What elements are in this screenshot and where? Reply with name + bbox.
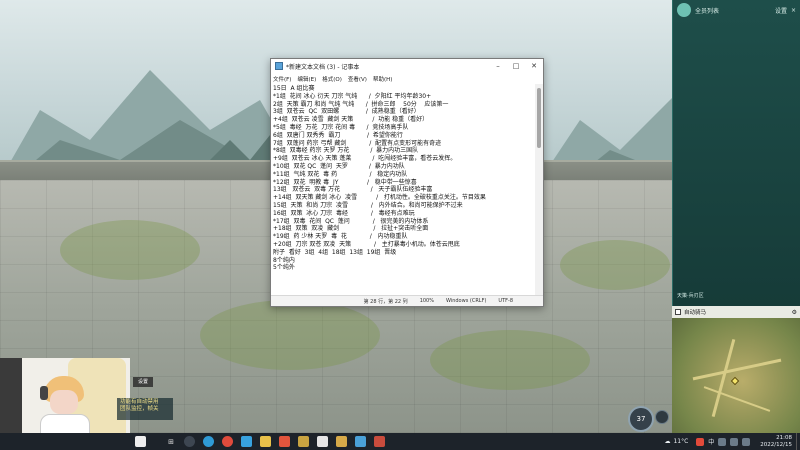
panel-title: 全员列表 — [695, 7, 720, 15]
panel-close-button[interactable]: × — [791, 7, 796, 14]
zoom-level: 100% — [419, 298, 434, 304]
scroll-thumb[interactable] — [537, 88, 541, 148]
minimap-road — [711, 338, 736, 418]
app-icon[interactable] — [696, 437, 705, 446]
text-line: +20组 刀宗 双苍 双凌 天策 / 主打暴毒小机动。体苍云甩底 — [273, 240, 460, 248]
chrome-icon[interactable] — [222, 436, 233, 447]
folder-icon[interactable] — [260, 436, 271, 447]
clock[interactable]: 21:08 2022/12/15 — [760, 435, 792, 448]
app-icon[interactable] — [742, 437, 751, 446]
show-desktop-button[interactable] — [796, 433, 800, 450]
text-line: +9组 双苍云 冰心 天策 蓬莱 / 吃闯经验丰富，看苍云发挥。 — [273, 155, 457, 163]
auto-mount-label: 自动骑马 — [684, 310, 707, 316]
close-button[interactable]: ✕ — [525, 62, 543, 70]
weather-temp[interactable]: 11°C — [673, 438, 688, 445]
status-bar: 第 28 行，第 22 列 100% Windows (CRLF) UTF-8 — [271, 295, 543, 306]
notepad-app-icon — [275, 62, 283, 70]
start-icon[interactable]: ⊞ — [166, 438, 176, 446]
minimize-button[interactable]: – — [489, 62, 507, 70]
shirt — [40, 414, 90, 434]
panel-header: 全员列表 设置 × — [673, 0, 800, 20]
speaker-icon[interactable] — [730, 437, 739, 446]
grass-patch — [200, 300, 380, 370]
cursor-position: 第 28 行，第 22 列 — [363, 298, 408, 305]
menu-edit[interactable]: 编辑(E) — [297, 75, 316, 83]
text-line: 附子 看好 3组 4组 18组 13组 19组 晋级 — [273, 248, 397, 256]
window-title: *新建文本文档 (3) - 记事本 — [286, 63, 360, 71]
minimap-road — [692, 358, 782, 381]
subtitle-line: 团队监控，帧关 — [120, 406, 159, 412]
minimap[interactable]: 自动骑马 ⚙ — [672, 306, 800, 433]
background-shelf — [0, 358, 22, 434]
app-icon[interactable] — [336, 436, 347, 447]
player-marker-icon — [730, 376, 740, 386]
streamer — [40, 376, 90, 434]
notepad-window[interactable]: *新建文本文档 (3) - 记事本 – □ ✕ 文件(F) 编辑(E) 格式(O… — [270, 58, 544, 307]
menu-file[interactable]: 文件(F) — [273, 75, 291, 83]
app-icon[interactable] — [317, 436, 328, 447]
text-line: *10组 双花 QC 蓬问 天罗 / 暴力内功队 — [273, 162, 405, 170]
panel-settings-button[interactable]: 设置 — [775, 6, 787, 15]
text-line: *1组 花间 冰心 衍天 刀宗 气纯 / 夕阳红 平均年龄30+ — [273, 92, 432, 100]
hud-secondary-icon — [655, 410, 669, 424]
menu-bar: 文件(F) 编辑(E) 格式(O) 查看(V) 帮助(H) — [271, 73, 543, 84]
text-line: *11组 气纯 双花 毒 药 / 稳定内功队 — [273, 170, 408, 178]
maximize-button[interactable]: □ — [507, 62, 525, 70]
subtitle-box: 功能有自动禁用 团队监控，帧关 — [117, 398, 173, 420]
line-ending: Windows (CRLF) — [445, 298, 487, 304]
grass-patch — [560, 240, 670, 290]
webcam-overlay — [0, 358, 130, 434]
app-icon[interactable] — [355, 436, 366, 447]
input-lang[interactable]: 中 — [708, 437, 714, 446]
vertical-scrollbar[interactable] — [535, 84, 543, 295]
panel-footer-tag: 天策·兵刃区 — [677, 293, 704, 299]
subtitle-line: 功能有自动禁用 — [120, 399, 159, 405]
app-icon[interactable] — [279, 436, 290, 447]
search-icon[interactable] — [184, 436, 195, 447]
text-line: 15组 天策 和尚 刀宗 凌雪 / 内外结合。和尚可能保护不过来 — [273, 201, 463, 209]
clock-date: 2022/12/15 — [760, 441, 792, 448]
text-line: *8组 双毒经 药宗 天罗 万花 / 暴力内功三国队 — [273, 147, 419, 155]
panel-logo-icon — [677, 3, 691, 17]
text-area[interactable]: 15日 A 组比赛 *1组 花间 冰心 衍天 刀宗 气纯 / 夕阳红 平均年龄3… — [271, 84, 543, 295]
subtitle-header: 设置 — [133, 377, 153, 387]
auto-mount-checkbox[interactable] — [675, 309, 681, 315]
system-tray: ☁ 11°C 中 21:08 2022/12/15 — [664, 433, 800, 450]
text-line: 8个纯内 — [273, 256, 295, 264]
app-icon[interactable] — [374, 436, 385, 447]
minimap-terrain[interactable] — [672, 318, 800, 433]
app-icon[interactable] — [135, 436, 146, 447]
edge-icon[interactable] — [203, 436, 214, 447]
grass-patch — [430, 330, 590, 390]
text-line: 15日 A 组比赛 — [273, 85, 315, 92]
minimap-header: 自动骑马 ⚙ — [672, 306, 800, 318]
gear-icon[interactable]: ⚙ — [792, 309, 797, 316]
menu-format[interactable]: 格式(O) — [322, 75, 342, 83]
text-line: 5个纯外 — [273, 264, 295, 272]
weather-icon[interactable]: ☁ — [664, 438, 670, 445]
menu-help[interactable]: 帮助(H) — [373, 75, 392, 83]
text-line: +18组 双策 双凌 藏剑 / 拉扯+突击听全面 — [273, 225, 429, 233]
text-line: +4组 双苍云 凌雪 藏剑 天策 / 功能 稳重（看好） — [273, 116, 429, 124]
grass-patch — [60, 220, 200, 280]
network-icon[interactable] — [718, 437, 727, 446]
text-line: *19组 药 少林 天罗 毒 花 / 内功稳重队 — [273, 233, 408, 241]
team-list-panel[interactable]: 全员列表 设置 × 天策·兵刃区 — [672, 0, 800, 306]
face — [50, 390, 78, 414]
encoding: UTF-8 — [498, 298, 513, 304]
headphones-icon — [40, 386, 48, 400]
text-line: *5组 毒经 万花 刀宗 花间 毒 / 竞技场高手队 — [273, 123, 409, 131]
speed-gauge: 37 — [628, 406, 654, 432]
taskbar: ⊞ ☁ 11°C 中 21:08 2022/12/15 — [0, 433, 800, 450]
notepad-titlebar[interactable]: *新建文本文档 (3) - 记事本 – □ ✕ — [271, 59, 543, 73]
text-line: 6组 双唐门 双秀秀 霸刀 / 希望你能行 — [273, 131, 403, 139]
app-icon[interactable] — [241, 436, 252, 447]
text-line: 13组 双苍云 双毒 万花 / 天子霸队伍经验丰富 — [273, 186, 433, 194]
app-icon[interactable] — [298, 436, 309, 447]
text-line: 16组 双策 冰心 刀宗 毒经 / 毒经有点难玩 — [273, 209, 415, 217]
menu-view[interactable]: 查看(V) — [348, 75, 367, 83]
text-line: +14组 双天策 藏剑 冰心 凌雪 / 打机动性。全破枝重点关注。节目效果 — [273, 194, 486, 202]
